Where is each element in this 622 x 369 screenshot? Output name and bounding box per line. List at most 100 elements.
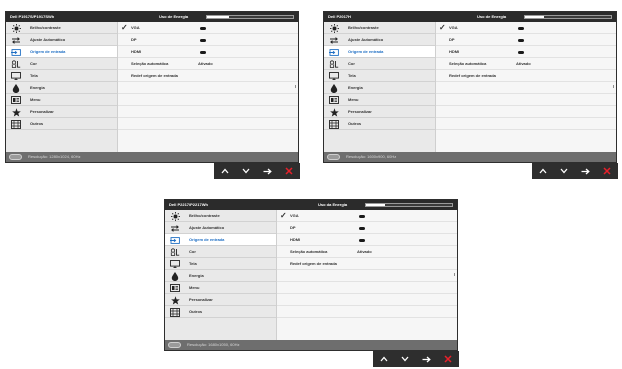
- menu-item-energy[interactable]: Energia: [6, 82, 117, 94]
- menu-item-color[interactable]: Cor: [324, 58, 435, 70]
- source-option-dp[interactable]: DP: [277, 222, 457, 234]
- source-option-hdmi[interactable]: HDMI: [436, 46, 616, 58]
- source-option-vga[interactable]: ✓ VGA: [118, 22, 298, 34]
- menu-item-energy[interactable]: Energia: [324, 82, 435, 94]
- menu-item-label: Menu: [30, 97, 41, 102]
- menu-item-input-source[interactable]: Origem de entrada: [165, 234, 276, 246]
- source-shortcut-dot: [200, 27, 206, 30]
- menu-item-label: Ajuste Automático: [30, 37, 66, 42]
- menu-item-input-source[interactable]: Origem de entrada: [324, 46, 435, 58]
- menu-item-display[interactable]: Tela: [324, 70, 435, 82]
- menu-item-brightness-contrast[interactable]: Brilho/contraste: [165, 210, 276, 222]
- nav-down-button[interactable]: [554, 163, 576, 179]
- menu-item-other[interactable]: Outros: [165, 306, 276, 318]
- menu-item-label: Cor: [30, 61, 37, 66]
- menu-item-color[interactable]: Cor: [6, 58, 117, 70]
- personalize-icon: [11, 107, 21, 117]
- menu-item-menu[interactable]: Menu: [165, 282, 276, 294]
- menu-item-auto-adjust[interactable]: Ajuste Automático: [324, 34, 435, 46]
- monitor-model: Dell P2017H: [328, 14, 351, 19]
- source-option-dp[interactable]: DP: [118, 34, 298, 46]
- menu-item-menu[interactable]: Menu: [324, 94, 435, 106]
- check-mark-icon: ✓: [280, 211, 287, 220]
- menu-item-brightness-contrast[interactable]: Brilho/contraste: [6, 22, 117, 34]
- navigation-bar: [532, 163, 618, 179]
- nav-enter-button[interactable]: [416, 351, 438, 367]
- menu-item-other[interactable]: Outros: [6, 118, 117, 130]
- energy-icon: [170, 271, 180, 281]
- osd-frame: Dell P2217/P2217Wh Uso da Energia Brilho…: [164, 199, 458, 351]
- menu-item-label: Outros: [189, 309, 203, 314]
- energy-usage-fill: [207, 16, 229, 18]
- nav-down-button[interactable]: [236, 163, 258, 179]
- menu-item-empty: [324, 130, 435, 152]
- menu-item-energy[interactable]: Energia: [165, 270, 276, 282]
- source-option-dp[interactable]: DP: [436, 34, 616, 46]
- close-icon: [444, 355, 452, 363]
- source-shortcut-dot: [359, 215, 365, 218]
- nav-up-button[interactable]: [532, 163, 554, 179]
- energy-usage-label: Uso da Energia: [318, 202, 348, 207]
- connector-icon: [9, 154, 22, 160]
- check-mark-icon: ✓: [439, 23, 446, 32]
- menu-item-label: Outros: [30, 121, 44, 126]
- menu-item-menu[interactable]: Menu: [6, 94, 117, 106]
- menu-item-personalize[interactable]: Personalizar: [6, 106, 117, 118]
- energy-usage-bar: [365, 203, 453, 207]
- source-label: HDMI: [131, 49, 142, 54]
- source-label: DP: [290, 225, 296, 230]
- menu-icon: [329, 96, 339, 104]
- brightness-icon: [170, 211, 180, 221]
- menu-item-auto-adjust[interactable]: Ajuste Automático: [165, 222, 276, 234]
- source-option-vga[interactable]: ✓ VGA: [436, 22, 616, 34]
- nav-down-button[interactable]: [395, 351, 417, 367]
- menu-item-input-source[interactable]: Origem de entrada: [6, 46, 117, 58]
- osd-header: Dell P2017H Uso de Energia: [324, 12, 616, 22]
- monitor-model: Dell P2217/P2217Wh: [169, 202, 208, 207]
- menu-item-empty: [165, 318, 276, 340]
- source-option-vga[interactable]: ✓ VGA: [277, 210, 457, 222]
- source-label: VGA: [449, 25, 458, 30]
- auto-select-row[interactable]: Seleção automática Ativado: [277, 246, 457, 258]
- menu-icon: [11, 96, 21, 104]
- nav-exit-button[interactable]: [279, 163, 301, 179]
- reset-input-row[interactable]: Redef origem de entrada: [277, 258, 457, 270]
- brightness-icon: [329, 23, 339, 33]
- nav-enter-button[interactable]: [575, 163, 597, 179]
- display-icon: [329, 72, 339, 80]
- osd-body: Brilho/contraste Ajuste Automático Orige…: [165, 210, 457, 340]
- menu-item-auto-adjust[interactable]: Ajuste Automático: [6, 34, 117, 46]
- menu-item-personalize[interactable]: Personalizar: [165, 294, 276, 306]
- menu-item-label: Energia: [189, 273, 204, 278]
- auto-adjust-icon: [11, 36, 21, 44]
- empty-row: [436, 82, 616, 94]
- menu-item-label: Tela: [30, 73, 38, 78]
- source-option-hdmi[interactable]: HDMI: [277, 234, 457, 246]
- menu-item-label: Energia: [348, 85, 363, 90]
- menu-item-brightness-contrast[interactable]: Brilho/contraste: [324, 22, 435, 34]
- nav-exit-button[interactable]: [597, 163, 619, 179]
- reset-input-row[interactable]: Redef origem de entrada: [436, 70, 616, 82]
- energy-usage-fill: [525, 16, 544, 18]
- menu-item-other[interactable]: Outros: [324, 118, 435, 130]
- energy-usage-label: Uso de Energia: [477, 14, 507, 19]
- empty-row: [277, 294, 457, 306]
- menu-item-display[interactable]: Tela: [6, 70, 117, 82]
- menu-item-color[interactable]: Cor: [165, 246, 276, 258]
- nav-up-button[interactable]: [214, 163, 236, 179]
- nav-exit-button[interactable]: [438, 351, 460, 367]
- submenu-panel: ✓ VGA DP HDMI Seleção automática Ativado: [277, 210, 457, 340]
- auto-select-row[interactable]: Seleção automática Ativado: [436, 58, 616, 70]
- nav-up-button[interactable]: [373, 351, 395, 367]
- auto-select-row[interactable]: Seleção automática Ativado: [118, 58, 298, 70]
- menu-item-label: Tela: [189, 261, 197, 266]
- energy-icon: [329, 83, 339, 93]
- menu-item-display[interactable]: Tela: [165, 258, 276, 270]
- empty-row: [118, 82, 298, 94]
- menu-item-personalize[interactable]: Personalizar: [324, 106, 435, 118]
- source-option-hdmi[interactable]: HDMI: [118, 46, 298, 58]
- reset-input-row[interactable]: Redef origem de entrada: [118, 70, 298, 82]
- nav-enter-button[interactable]: [257, 163, 279, 179]
- osd-window: Dell P2217/P2217Wh Uso da Energia Brilho…: [164, 199, 459, 367]
- source-label: VGA: [131, 25, 140, 30]
